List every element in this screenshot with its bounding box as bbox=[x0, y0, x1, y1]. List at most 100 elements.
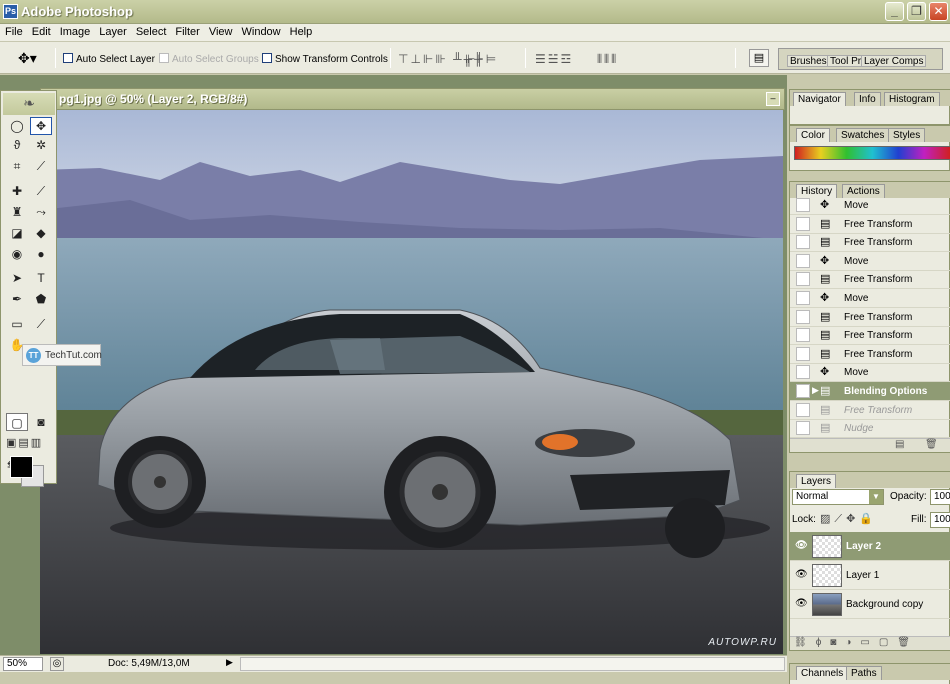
foreground-color-swatch[interactable] bbox=[10, 456, 33, 478]
zoom-preview-icon[interactable]: ◎ bbox=[50, 657, 64, 671]
document-minimize-button[interactable]: – bbox=[766, 92, 780, 106]
history-item[interactable]: ▤ Free Transform bbox=[790, 233, 950, 253]
history-item[interactable]: ▤ Free Transform bbox=[790, 401, 950, 420]
history-snapshot-source-box[interactable] bbox=[796, 421, 810, 436]
visibility-eye-icon[interactable]: 👁 bbox=[795, 540, 808, 551]
horizontal-scrollbar[interactable] bbox=[240, 657, 785, 671]
eyedropper-tool-icon[interactable]: ⟋ bbox=[30, 315, 52, 333]
history-snapshot-source-box[interactable] bbox=[796, 346, 810, 361]
clone-stamp-tool-icon[interactable]: ♜ bbox=[6, 203, 28, 221]
visibility-eye-icon[interactable]: 👁 bbox=[795, 569, 808, 580]
history-snapshot-source-box[interactable] bbox=[796, 235, 810, 250]
blend-mode-select[interactable]: Normal ▼ bbox=[792, 489, 884, 505]
tab-paths[interactable]: Paths bbox=[846, 666, 882, 680]
pen-tool-icon[interactable]: ✒ bbox=[6, 290, 28, 308]
image-canvas[interactable]: AUTOWP.RU bbox=[40, 110, 783, 654]
magic-wand-tool-icon[interactable]: ✲ bbox=[30, 136, 52, 154]
crop-tool-icon[interactable]: ⌗ bbox=[6, 157, 28, 175]
quick-mask-mode-icon[interactable]: ◙ bbox=[30, 413, 52, 431]
dodge-tool-icon[interactable]: ● bbox=[30, 245, 52, 263]
menu-view[interactable]: View bbox=[204, 24, 237, 38]
menu-select[interactable]: Select bbox=[131, 24, 171, 38]
shape-tool-icon[interactable]: ⬟ bbox=[30, 290, 52, 308]
layer-row[interactable]: 👁 Layer 2 bbox=[790, 532, 950, 561]
history-snapshot-source-box[interactable] bbox=[796, 216, 810, 231]
tab-swatches[interactable]: Swatches bbox=[836, 128, 890, 142]
auto-select-layer-checkbox[interactable]: Auto Select Layer bbox=[63, 53, 155, 65]
layer-action-icons[interactable]: ⛓ϕ◙◑▭▢🗑 bbox=[794, 637, 919, 648]
history-item[interactable]: ✥ Move bbox=[790, 196, 950, 215]
delete-state-icon[interactable]: 🗑 bbox=[925, 439, 938, 450]
palette-well-tab-brushes[interactable]: Brushes bbox=[787, 55, 830, 67]
history-item[interactable]: ▤ Free Transform bbox=[790, 308, 950, 327]
maximize-button[interactable]: ❐ bbox=[907, 2, 926, 21]
history-item[interactable]: ✥ Move bbox=[790, 289, 950, 308]
close-button[interactable]: ✕ bbox=[929, 2, 948, 21]
history-snapshot-source-box[interactable] bbox=[796, 402, 810, 417]
tab-channels[interactable]: Channels bbox=[796, 666, 849, 680]
visibility-eye-icon[interactable]: 👁 bbox=[795, 598, 808, 609]
marquee-tool-icon[interactable]: ◯ bbox=[6, 117, 28, 135]
healing-brush-tool-icon[interactable]: ✚ bbox=[6, 182, 28, 200]
eraser-tool-icon[interactable]: ◪ bbox=[6, 224, 28, 242]
lasso-tool-icon[interactable]: ϑ bbox=[6, 136, 28, 154]
distribute-horizontal-buttons[interactable]: ⫴⫴⫴ bbox=[597, 52, 618, 67]
history-item[interactable]: ▤ Free Transform bbox=[790, 270, 950, 290]
history-item[interactable]: ✥ Move bbox=[790, 252, 950, 271]
opacity-field[interactable]: 100 bbox=[930, 489, 950, 505]
show-transform-controls-checkbox[interactable]: Show Transform Controls bbox=[262, 53, 388, 65]
standard-mode-icon[interactable]: ▢ bbox=[6, 413, 28, 431]
menu-filter[interactable]: Filter bbox=[170, 24, 203, 38]
new-snapshot-icon[interactable]: ▤ bbox=[895, 439, 904, 450]
menu-window[interactable]: Window bbox=[237, 24, 285, 38]
paint-bucket-tool-icon[interactable]: ◆ bbox=[30, 224, 52, 242]
history-item[interactable]: ▤ Free Transform bbox=[790, 326, 950, 346]
chevron-down-icon[interactable]: ▼ bbox=[869, 490, 883, 504]
fill-field[interactable]: 100 bbox=[930, 512, 950, 528]
minimize-button[interactable]: _ bbox=[885, 2, 904, 21]
layer-row[interactable]: 👁 Background copy bbox=[790, 590, 950, 619]
distribute-vertical-buttons[interactable]: ☰☱☲ bbox=[535, 52, 573, 66]
zoom-field[interactable]: 50% bbox=[3, 657, 43, 671]
menu-image[interactable]: Image bbox=[55, 24, 95, 38]
notes-tool-icon[interactable]: ▭ bbox=[6, 315, 28, 333]
history-snapshot-source-box[interactable] bbox=[796, 291, 810, 305]
color-spectrum-ramp[interactable] bbox=[794, 146, 950, 160]
history-item[interactable]: ▤ Nudge bbox=[790, 419, 950, 439]
history-brush-tool-icon[interactable]: ⤳ bbox=[30, 203, 52, 221]
status-menu-arrow-icon[interactable]: ▶ bbox=[226, 657, 238, 671]
slice-tool-icon[interactable]: ⟋ bbox=[30, 157, 52, 175]
palette-well-tab-layer-comps[interactable]: Layer Comps bbox=[861, 55, 927, 67]
history-item[interactable]: ▤ Free Transform bbox=[790, 215, 950, 234]
history-snapshot-source-box[interactable] bbox=[796, 253, 810, 268]
screen-mode-icons[interactable]: ▣▤▥ bbox=[6, 436, 52, 454]
palette-well-tab-tool-presets[interactable]: Tool Pr bbox=[827, 55, 865, 67]
history-item[interactable]: ✥ Move bbox=[790, 363, 950, 383]
history-item[interactable]: ▤ Free Transform bbox=[790, 345, 950, 364]
menu-edit[interactable]: Edit bbox=[27, 24, 55, 38]
history-snapshot-source-box[interactable] bbox=[796, 272, 810, 287]
layer-row[interactable]: 👁 Layer 1 bbox=[790, 561, 950, 590]
brush-tool-icon[interactable]: ⟋ bbox=[30, 182, 52, 200]
tab-histogram[interactable]: Histogram bbox=[884, 92, 940, 106]
history-item[interactable]: ▶ ▤ Blending Options bbox=[790, 382, 950, 401]
menu-layer[interactable]: Layer bbox=[94, 24, 131, 38]
tab-navigator[interactable]: Navigator bbox=[793, 92, 846, 106]
feather-icon[interactable]: ❧ bbox=[3, 93, 55, 115]
type-tool-icon[interactable]: T bbox=[30, 269, 52, 287]
move-tool-icon[interactable]: ✥ bbox=[30, 117, 52, 135]
move-tool-icon[interactable]: ✥▾ bbox=[18, 50, 37, 67]
tab-color[interactable]: Color bbox=[796, 128, 830, 142]
blur-tool-icon[interactable]: ◉ bbox=[6, 245, 28, 263]
document-title-bar[interactable]: pg1.jpg @ 50% (Layer 2, RGB/8#) – bbox=[40, 88, 785, 110]
tab-info[interactable]: Info bbox=[854, 92, 881, 106]
history-snapshot-source-box[interactable] bbox=[796, 198, 810, 212]
tab-styles[interactable]: Styles bbox=[888, 128, 926, 142]
history-snapshot-source-box[interactable] bbox=[796, 365, 810, 380]
history-snapshot-source-box[interactable] bbox=[796, 309, 810, 324]
history-snapshot-source-box[interactable] bbox=[796, 328, 810, 343]
path-selection-tool-icon[interactable]: ➤ bbox=[6, 269, 28, 287]
file-browser-icon[interactable]: ▤ bbox=[749, 49, 769, 67]
menu-file[interactable]: File bbox=[0, 24, 27, 38]
align-horizontal-buttons[interactable]: ⊩⊦⊨ bbox=[465, 52, 498, 66]
